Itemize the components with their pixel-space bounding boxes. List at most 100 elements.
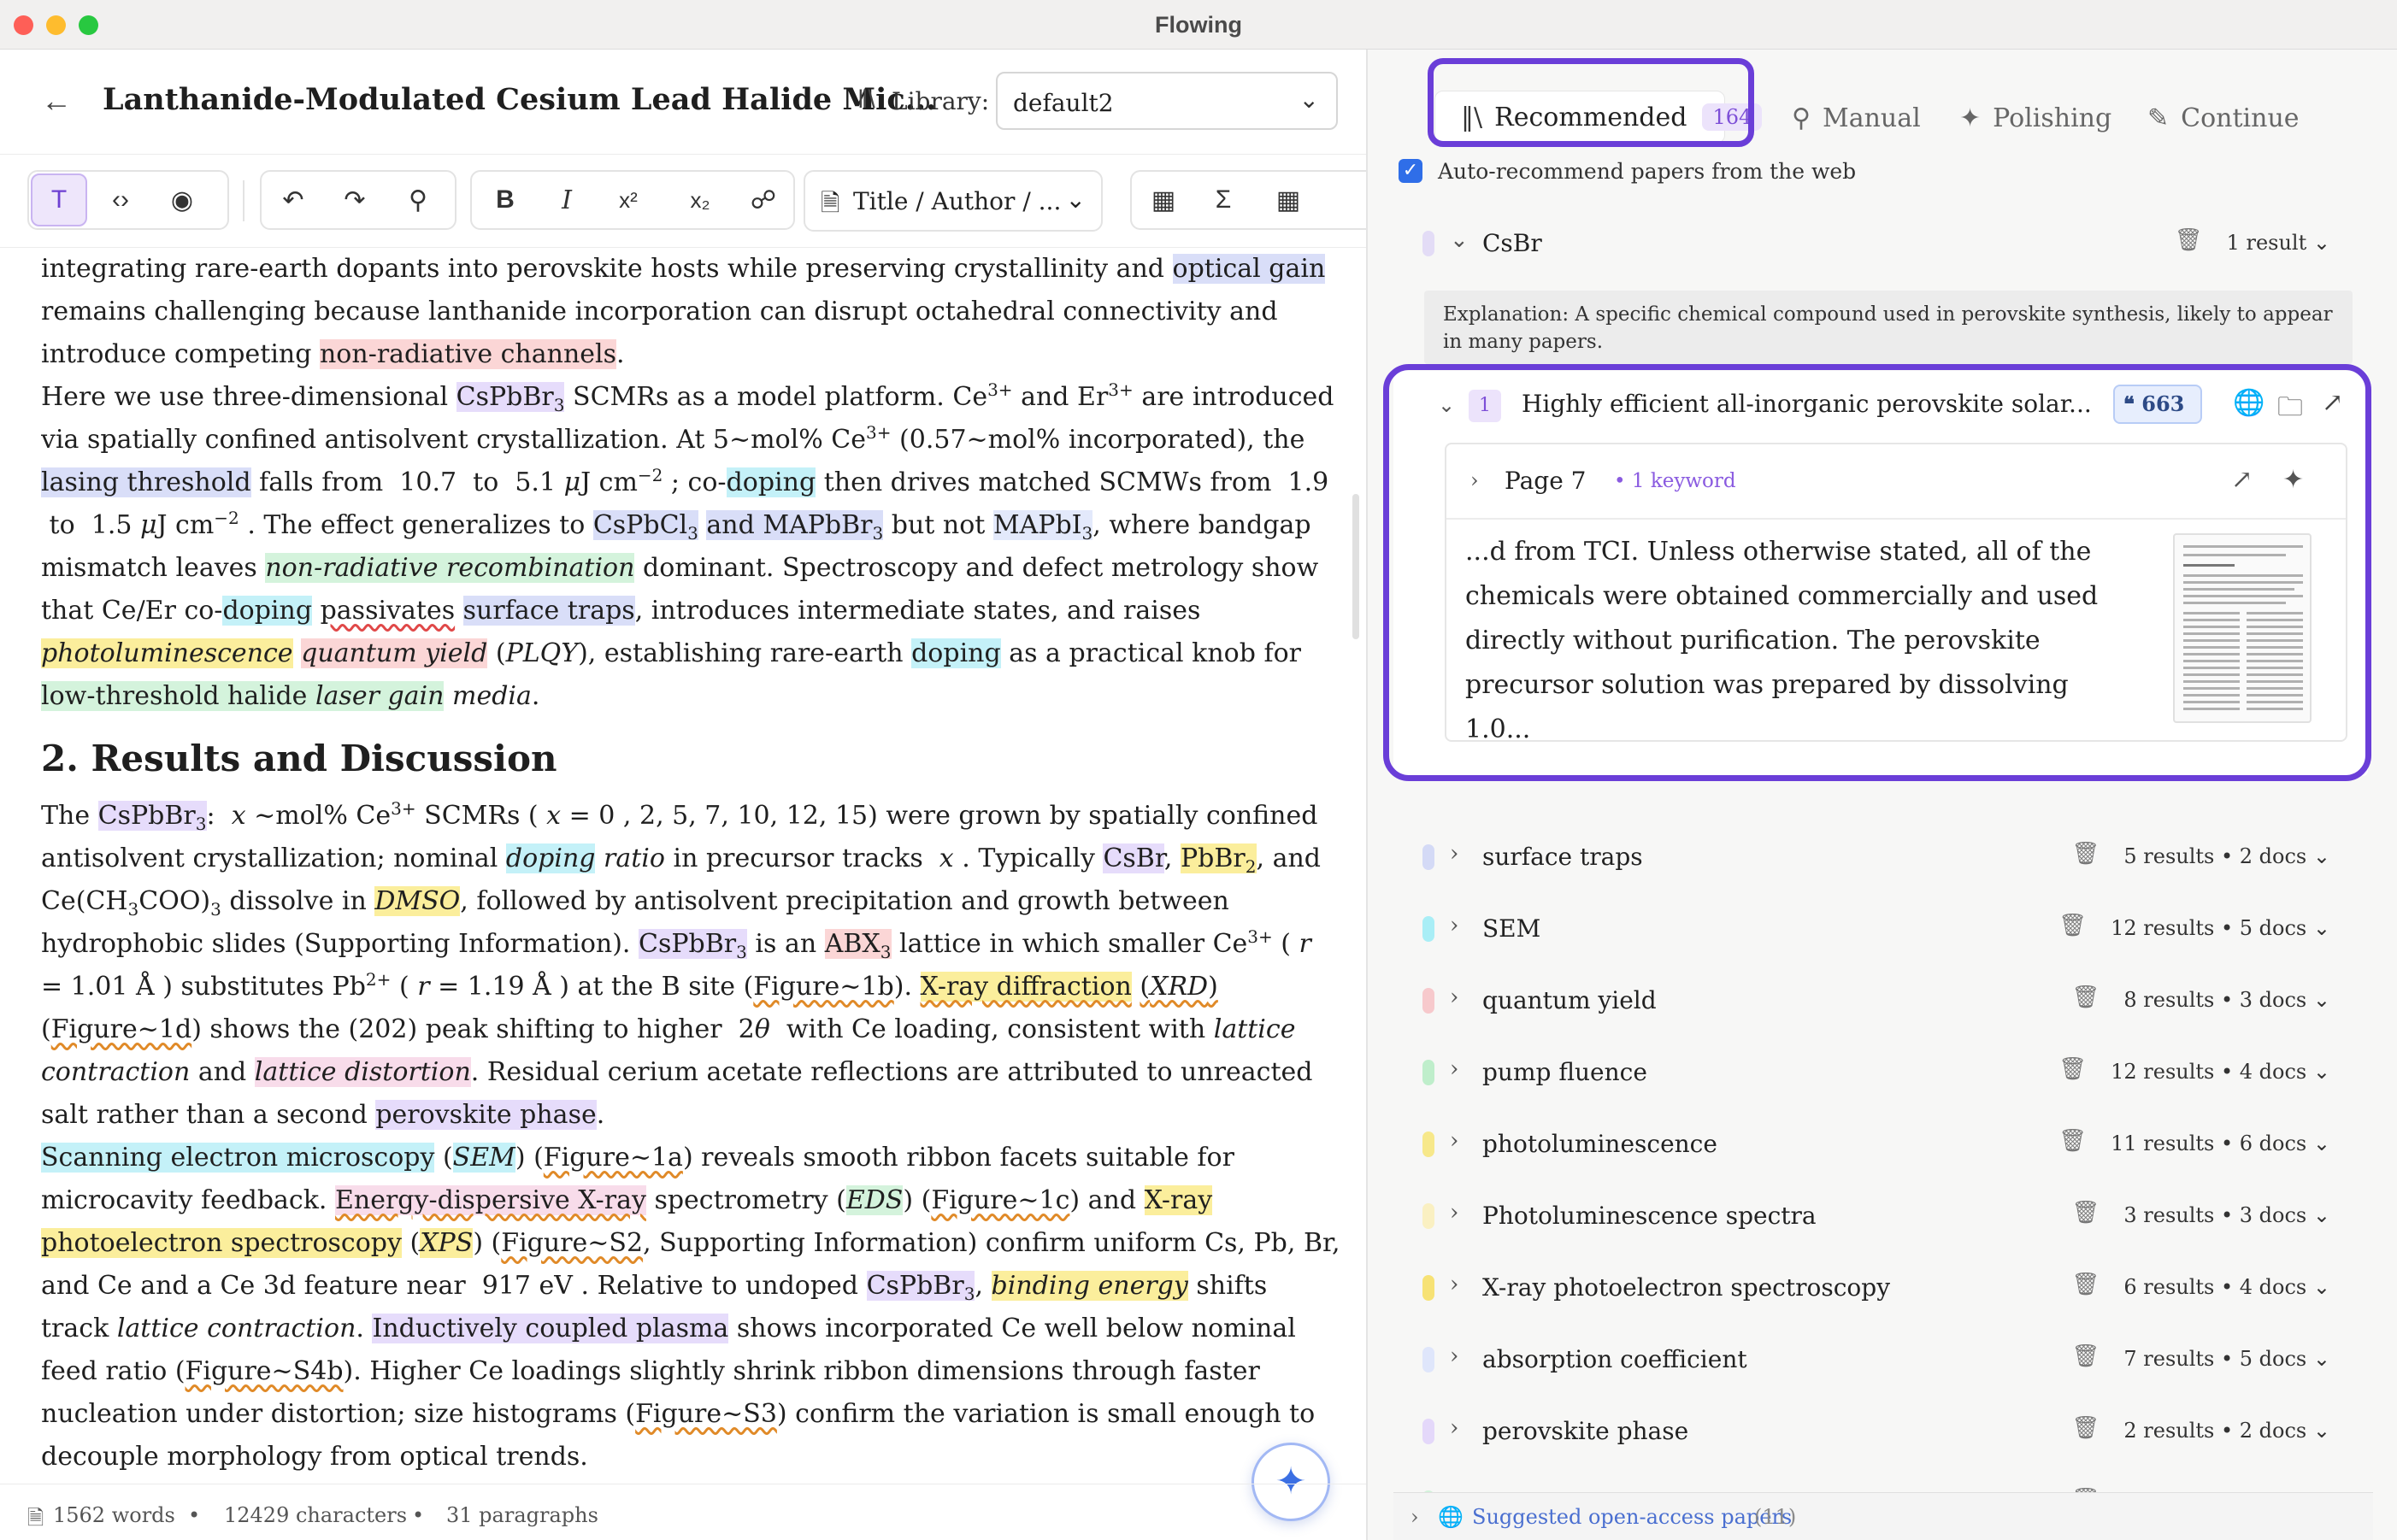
keyword-results[interactable]: 3 results • 3 docs ⌄ [2123, 1203, 2330, 1227]
keyword-name: Photoluminescence spectra [1482, 1202, 1817, 1230]
keyword-results[interactable]: 12 results • 5 docs ⌄ [2111, 916, 2330, 940]
suggested-papers-bar[interactable]: › 🌐 Suggested open-access papers (11) [1393, 1492, 2373, 1540]
search-icon[interactable]: ⚲ [388, 170, 448, 230]
chevron-down-icon: ⌄ [1299, 86, 1319, 113]
link-icon[interactable]: ☍ [733, 170, 793, 230]
library-select[interactable]: default2 ⌄ [996, 72, 1338, 130]
library-label: Library: [892, 87, 990, 115]
window-titlebar: Flowing [0, 0, 2397, 50]
tab-continue[interactable]: ✎ Continue [2147, 91, 2300, 145]
italic-icon[interactable]: I [537, 170, 597, 230]
keyword-row[interactable]: › quantum yield 🗑 8 results • 3 docs ⌄ [1393, 966, 2368, 1037]
keyword-row[interactable]: › perovskite phase 🗑 2 results • 2 docs ⌄ [1393, 1396, 2368, 1468]
chevron-right-icon[interactable]: › [1450, 1056, 1458, 1082]
chevron-right-icon[interactable]: › [1450, 1343, 1458, 1369]
trash-icon[interactable]: 🗑 [2058, 1128, 2087, 1154]
keyword-row[interactable]: › surface traps 🗑 5 results • 2 docs ⌄ [1393, 822, 2368, 894]
tab-manual[interactable]: ⚲ Manual [1792, 91, 1921, 145]
subscript-icon[interactable]: x₂ [670, 170, 730, 230]
keyword-row[interactable]: › pump fluence 🗑 12 results • 4 docs ⌄ [1393, 1037, 2368, 1109]
chevron-right-icon[interactable]: › [1450, 1272, 1458, 1297]
tab-polishing[interactable]: ✦ Polishing [1959, 91, 2111, 145]
keyword-results[interactable]: 6 results • 4 docs ⌄ [2123, 1275, 2330, 1299]
keyword-results[interactable]: 1 result ⌄ [2227, 231, 2330, 255]
table-icon[interactable]: ▦ [1258, 170, 1318, 230]
keyword-results-text: 8 results • 3 docs [2123, 988, 2307, 1012]
keyword-results[interactable]: 11 results • 6 docs ⌄ [2111, 1131, 2330, 1155]
trash-icon[interactable]: 🗑 [2071, 985, 2100, 1010]
document-icon: 🗎 [821, 189, 840, 217]
editor-toolbar: T ‹› ◉ ↶ ↷ ⚲ B I x² x₂ ☍ 🗎 Title / Autho… [0, 154, 1366, 248]
keyword-name: quantum yield [1482, 986, 1657, 1014]
editor-scrollbar[interactable] [1352, 494, 1359, 639]
keyword-results-text: 5 results • 2 docs [2123, 844, 2307, 868]
chevron-down-icon[interactable]: ⌄ [1450, 227, 1469, 253]
trash-icon[interactable]: 🗑 [2071, 1415, 2100, 1441]
chevron-right-icon[interactable]: › [1450, 1128, 1458, 1154]
undo-icon[interactable]: ↶ [263, 170, 323, 230]
paragraph: The CsPbBr3: x ~mol% Ce3+ SCMRs ( x = 0 … [41, 798, 1321, 1130]
sparkle-icon: ✦ [1959, 103, 1982, 133]
preview-mode-icon[interactable]: ◉ [154, 170, 210, 230]
auto-recommend-checkbox[interactable]: ✓ [1399, 159, 1422, 183]
tab-label: Manual [1822, 103, 1921, 133]
redo-icon[interactable]: ↷ [325, 170, 385, 230]
keyword-name: X-ray photoelectron spectroscopy [1482, 1273, 1891, 1302]
library-value: default2 [1013, 89, 1114, 117]
trash-icon[interactable]: 🗑 [2175, 227, 2203, 253]
document-body[interactable]: integrating rare-earth dopants into pero… [41, 248, 1340, 1484]
character-count: 12429 characters [224, 1503, 408, 1527]
chevron-right-icon[interactable]: › [1450, 1200, 1458, 1226]
keyword-row[interactable]: › Photoluminescence spectra 🗑 3 results • 3… [1393, 1181, 2368, 1253]
keyword-results[interactable]: 2 results • 2 docs ⌄ [2123, 1419, 2330, 1443]
code-mode-icon[interactable]: ‹› [92, 170, 149, 230]
document-icon: 🗎 [27, 1506, 44, 1530]
keyword-results-text: 12 results • 4 docs [2111, 1060, 2307, 1084]
keyword-row[interactable]: › absorption coefficient 🗑 7 results • 5 do… [1393, 1325, 2368, 1396]
panel-tabs: ‖\ Recommended 164 ⚲ Manual ✦ Polishing … [1368, 50, 2397, 161]
keyword-results[interactable]: 5 results • 2 docs ⌄ [2123, 844, 2330, 868]
keyword-row[interactable]: › X-ray photoelectron spectroscopy 🗑 6 resu… [1393, 1253, 2368, 1325]
pen-icon: ✎ [2147, 103, 2170, 133]
paragraph-style-value: Title / Author / ... [853, 187, 1062, 215]
chevron-right-icon[interactable]: › [1450, 913, 1458, 938]
keyword-explanation: Explanation: A specific chemical compoun… [1424, 291, 2353, 364]
chevron-right-icon[interactable]: › [1450, 1415, 1458, 1441]
keyword-results-text: 1 result [2226, 231, 2307, 255]
keyword-name: pump fluence [1482, 1058, 1647, 1086]
keyword-results-text: 7 results • 5 docs [2123, 1347, 2307, 1371]
superscript-icon[interactable]: x² [598, 170, 658, 230]
sigma-icon[interactable]: Σ [1193, 170, 1253, 230]
auto-recommend-toggle[interactable]: ✓ Auto-recommend papers from the web [1399, 154, 1856, 188]
trash-icon[interactable]: 🗑 [2071, 841, 2100, 867]
highlight-outline-tab [1428, 58, 1754, 147]
editor-pane: ← Lanthanide-Modulated Cesium Lead Halid… [0, 50, 1366, 1540]
keyword-name: SEM [1482, 914, 1541, 943]
calculator-icon[interactable]: ▦ [1134, 170, 1193, 230]
paragraph-style-select[interactable]: 🗎 Title / Author / ... ⌄ [804, 170, 1103, 232]
keyword-row-csbr[interactable]: ⌄ CsBr 🗑 1 result ⌄ [1393, 209, 2368, 280]
tab-label: Polishing [1993, 103, 2112, 133]
text-mode-icon[interactable]: T [31, 173, 87, 226]
status-separator: • [188, 1503, 201, 1527]
trash-icon[interactable]: 🗑 [2071, 1200, 2100, 1226]
trash-icon[interactable]: 🗑 [2058, 913, 2087, 938]
trash-icon[interactable]: 🗑 [2071, 1343, 2100, 1369]
keyword-results[interactable]: 12 results • 4 docs ⌄ [2111, 1060, 2330, 1084]
search-icon: ⚲ [1792, 103, 1811, 133]
keyword-color-dot [1422, 1203, 1434, 1229]
keyword-results-text: 2 results • 2 docs [2123, 1419, 2307, 1443]
keyword-name: CsBr [1482, 229, 1542, 257]
chevron-right-icon[interactable]: › [1450, 985, 1458, 1010]
trash-icon[interactable]: 🗑 [2058, 1056, 2087, 1082]
trash-icon[interactable]: 🗑 [2071, 1272, 2100, 1297]
keyword-row[interactable]: › photoluminescence 🗑 11 results • 6 docs ⌄ [1393, 1109, 2368, 1181]
chevron-right-icon[interactable]: › [1450, 841, 1458, 867]
back-arrow-icon[interactable]: ← [41, 84, 75, 118]
keyword-results[interactable]: 8 results • 3 docs ⌄ [2123, 988, 2330, 1012]
bold-icon[interactable]: B [475, 170, 535, 230]
keyword-row[interactable]: › SEM 🗑 12 results • 5 docs ⌄ [1393, 894, 2368, 966]
status-bar: 🗎 1562 words • 12429 characters • 31 par… [0, 1484, 1366, 1540]
keyword-results[interactable]: 7 results • 5 docs ⌄ [2123, 1347, 2330, 1371]
tab-label: Continue [2181, 103, 2300, 133]
